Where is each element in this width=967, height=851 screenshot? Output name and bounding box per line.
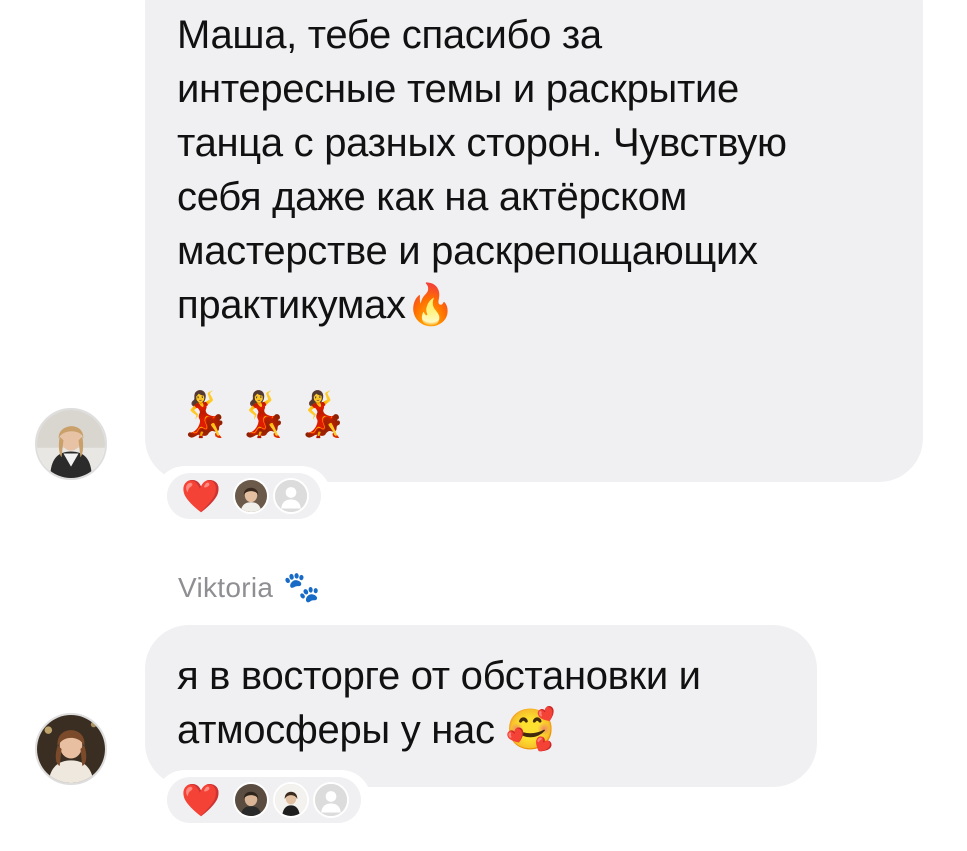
sender-name: Viktoria: [178, 572, 274, 603]
chat-thread: Маша, тебе спасибо за интересные темы и …: [0, 0, 967, 851]
reactor-avatar: [232, 782, 269, 818]
avatar[interactable]: [35, 408, 107, 480]
reactor-avatar: [272, 782, 309, 818]
reactor-avatar-placeholder: [272, 478, 309, 514]
reactions-bar[interactable]: ❤️: [155, 770, 371, 830]
reactions-pill[interactable]: ❤️: [167, 777, 361, 823]
message-bubble[interactable]: Маша, тебе спасибо за интересные темы и …: [145, 0, 923, 482]
reactor-avatar-placeholder: [312, 782, 349, 818]
avatar[interactable]: [35, 713, 107, 785]
sender-name-row[interactable]: Viktoria 🐾: [178, 572, 321, 604]
message-text: я в восторге от обстановки и атмосферы у…: [177, 654, 701, 752]
heart-reaction-icon: ❤️: [181, 478, 221, 514]
message-bubble[interactable]: я в восторге от обстановки и атмосферы у…: [145, 625, 817, 787]
dancer-emoji-row: 💃💃💃: [177, 390, 354, 439]
message-text: Маша, тебе спасибо за интересные темы и …: [177, 13, 787, 327]
reactor-avatar: [232, 478, 269, 514]
reactions-bar[interactable]: ❤️: [155, 466, 331, 526]
reactions-pill[interactable]: ❤️: [167, 473, 321, 519]
heart-reaction-icon: ❤️: [181, 782, 221, 818]
paw-prints-icon: 🐾: [283, 571, 321, 604]
